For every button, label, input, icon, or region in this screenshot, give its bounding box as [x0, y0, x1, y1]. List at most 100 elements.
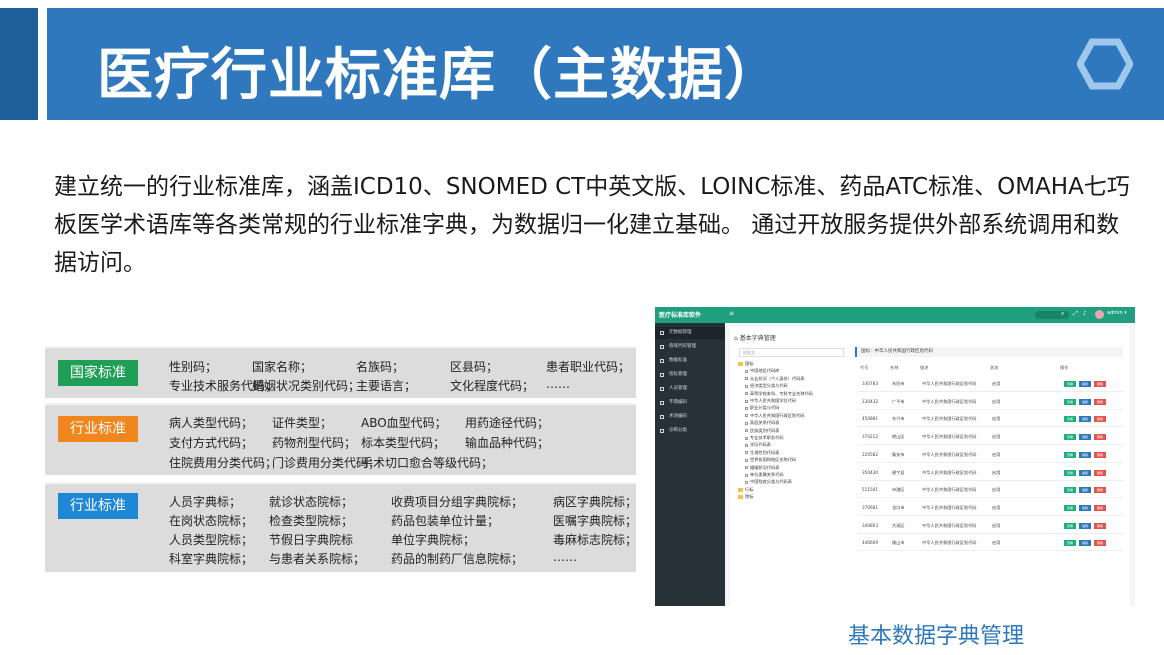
search-icon[interactable]: ⌕	[1061, 310, 1064, 318]
tree-search-input[interactable]: 根据名…	[739, 348, 844, 357]
table-cell: 启用	[992, 504, 1001, 510]
sidebar-item[interactable]: 元数据管理	[655, 327, 725, 339]
tree-leaf[interactable]: 婚姻状况代码表	[745, 465, 779, 471]
row-action-button[interactable]: 编辑	[1079, 469, 1091, 476]
tree-leaf[interactable]: 单位隶属关系代码	[745, 472, 784, 478]
tree-folder[interactable]: 行标	[738, 487, 753, 493]
tree-leaf[interactable]: 经济类型分类与代码	[745, 383, 788, 389]
standard-code-item: 药品的制药厂信息院标；	[391, 552, 524, 566]
sidebar-item[interactable]: 人员管理	[655, 383, 725, 395]
tree-node-label: 生理性别代码表	[750, 449, 780, 455]
row-action-button[interactable]: 查看	[1064, 469, 1076, 476]
standard-code-item: 名族码；	[356, 360, 405, 374]
tree-leaf[interactable]: 家庭关系代码表	[745, 420, 779, 426]
row-action-button[interactable]: 删除	[1094, 469, 1106, 476]
tree-leaf[interactable]: 中华人民共和国学位代码	[745, 398, 796, 404]
tree-folder[interactable]: 院标	[738, 494, 753, 500]
tree-node-label: 民族类别代码表	[750, 427, 780, 433]
standard-code-item: 人员类型院标；	[169, 533, 254, 547]
row-action-button[interactable]: 编辑	[1079, 381, 1091, 387]
file-icon	[745, 451, 748, 455]
table-cell: 启用	[992, 522, 1001, 528]
row-action-button[interactable]: 编辑	[1079, 540, 1091, 547]
row-action-button[interactable]: 删除	[1094, 504, 1106, 511]
sidebar-item[interactable]: 值域代码管理	[655, 341, 725, 353]
tree-leaf[interactable]: 生理性别代码表	[745, 450, 779, 456]
bell-icon[interactable]: ♪	[1083, 310, 1087, 317]
table-cell: 建宁县	[892, 469, 905, 475]
row-action-button[interactable]: 删除	[1094, 416, 1106, 423]
file-icon	[745, 466, 748, 470]
tree-leaf[interactable]: 职业分类与代码	[745, 405, 779, 411]
tree-leaf[interactable]: 民族类别代码表	[745, 428, 779, 434]
sidebar-item[interactable]: 数据标准	[655, 355, 725, 367]
table-cell: 中华人民共和国行政区划代码	[922, 504, 977, 510]
row-action-button[interactable]: 删除	[1094, 522, 1106, 529]
table-row: 220582 集安市 中华人民共和国行政区划代码 启用 查看 编辑 删除	[858, 446, 1124, 463]
row-action-button[interactable]: 编辑	[1079, 434, 1091, 441]
file-icon	[745, 480, 748, 484]
fullscreen-icon[interactable]: ⤢	[1073, 310, 1078, 318]
row-action-button[interactable]: 删除	[1094, 487, 1106, 494]
user-menu[interactable]: admin ▾	[1107, 310, 1127, 316]
row-action-button[interactable]: 删除	[1094, 434, 1106, 441]
row-action-button[interactable]: 查看	[1064, 434, 1076, 441]
row-action-button[interactable]: 查看	[1064, 487, 1076, 494]
table-cell: 350430	[862, 469, 878, 475]
tree-leaf[interactable]: 中国残疾分类与代码表	[745, 479, 792, 485]
menu-toggle-icon[interactable]: ≡	[729, 310, 734, 317]
row-action-button[interactable]: 删除	[1094, 540, 1106, 547]
tree-folder[interactable]: 国标	[738, 361, 753, 367]
standard-code-item: 就诊状态院标；	[269, 495, 354, 509]
row-action-button[interactable]: 查看	[1064, 522, 1076, 529]
standard-code-item: 在岗状态院标；	[169, 514, 254, 528]
row-action-button[interactable]: 删除	[1094, 451, 1106, 458]
tree-node-label: 中国地区代码库	[750, 368, 780, 374]
tree-leaf[interactable]: 高等学校本科、专科专业名称代码	[745, 391, 813, 397]
sidebar-item[interactable]: 术语编码	[655, 411, 725, 423]
standard-code-item: 与患者关系院标；	[269, 552, 366, 566]
sidebar-item[interactable]: 诊断分类	[655, 425, 725, 437]
tree-leaf[interactable]: 学历代码表	[745, 442, 771, 448]
tree-node-label: 家庭关系代码表	[750, 420, 780, 426]
row-action-button[interactable]: 查看	[1064, 451, 1076, 458]
sidebar-item-label: 数据标准	[669, 358, 687, 363]
standard-code-item: 病区字典院标；	[553, 495, 638, 509]
tree-leaf[interactable]: 从业状况（个人身份）代码表	[745, 376, 804, 382]
sidebar-item[interactable]: 指标管理	[655, 369, 725, 381]
table-cell: 中华人民共和国行政区划代码	[922, 540, 977, 546]
row-action-button[interactable]: 编辑	[1079, 451, 1091, 458]
row-action-button[interactable]: 查看	[1064, 416, 1076, 423]
tree-node-label: 婚姻状况代码表	[750, 464, 780, 470]
standard-code-item: 标本类型代码；	[361, 436, 446, 450]
row-action-button[interactable]: 编辑	[1079, 416, 1091, 423]
row-action-button[interactable]: 删除	[1094, 398, 1106, 405]
intro-paragraph: 建立统一的行业标准库，涵盖ICD10、SNOMED CT中英文版、LOINC标准…	[54, 174, 1130, 276]
avatar[interactable]	[1095, 310, 1104, 319]
standard-code-item: 检查类型院标；	[269, 514, 354, 528]
tree-leaf[interactable]: 世界各国和地区名称代码	[745, 457, 796, 463]
tree-node-label: 院标	[745, 494, 754, 500]
standard-code-item: 主要语言；	[356, 379, 417, 393]
tree-leaf[interactable]: 专业技术职务代码	[745, 435, 784, 441]
table-cell: 220582	[862, 451, 878, 457]
row-action-button[interactable]: 查看	[1064, 381, 1076, 387]
row-action-button[interactable]: 编辑	[1079, 522, 1091, 529]
row-action-button[interactable]: 编辑	[1079, 398, 1091, 405]
row-action-button[interactable]: 查看	[1064, 398, 1076, 405]
standard-code-item: ……	[553, 550, 577, 564]
file-icon	[745, 458, 748, 462]
sidebar-item-label: 诊断分类	[669, 428, 687, 433]
row-action-button[interactable]: 编辑	[1079, 487, 1091, 494]
row-action-button[interactable]: 删除	[1094, 381, 1106, 387]
tree-node-label: 专业技术职务代码	[750, 435, 784, 440]
sidebar-item[interactable]: 字典编码	[655, 397, 725, 409]
tree-leaf[interactable]: 中国地区代码库	[745, 368, 779, 374]
row-action-button[interactable]: 查看	[1064, 540, 1076, 547]
grid-column-headers: 代号 名称 描述 状态 操作	[860, 365, 1122, 373]
standard-block: 行业标准 人员字典标； 就诊状态院标； 收费项目分组字典院标； 病区字典院标； 在岗状态院…	[45, 482, 638, 572]
tree-leaf[interactable]: 中华人民共和国行政区划代码	[745, 413, 804, 419]
row-action-button[interactable]: 查看	[1064, 504, 1076, 511]
table-row: 440609 佛山市 中华人民共和国行政区划代码 启用 查看 编辑 删除	[858, 534, 1124, 552]
row-action-button[interactable]: 编辑	[1079, 504, 1091, 511]
